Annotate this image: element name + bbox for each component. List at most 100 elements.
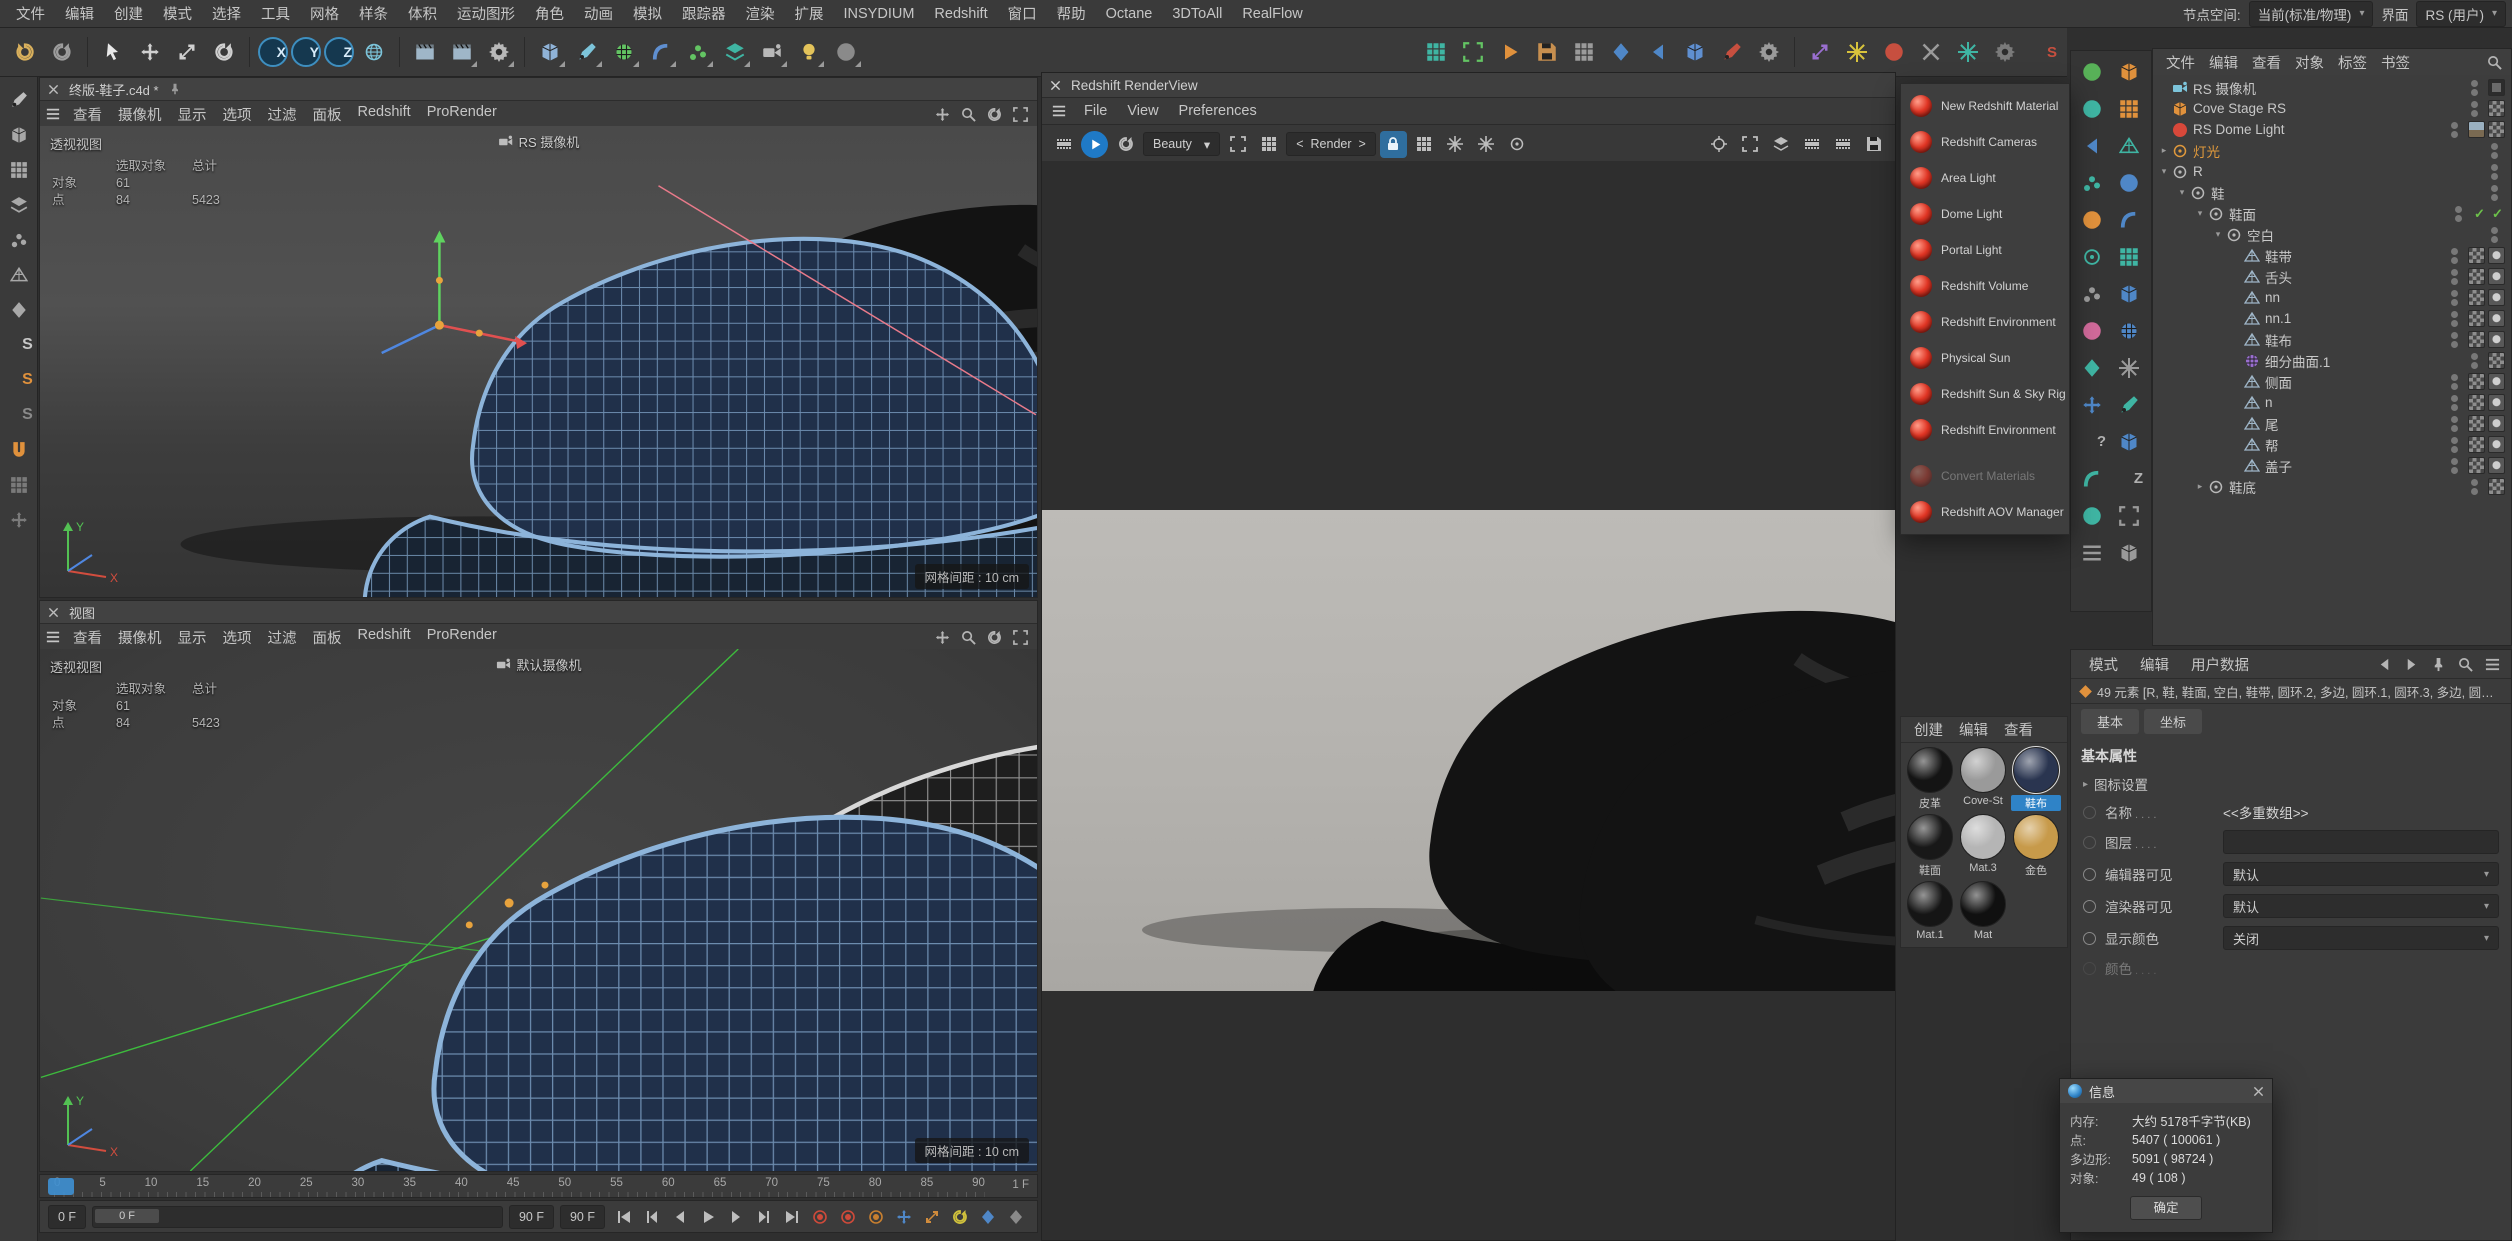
visibility-dots[interactable] [2451,121,2458,138]
content-browser-button[interactable] [1530,35,1564,69]
object-tree-node[interactable]: RS Dome Light [2153,119,2511,140]
edges-mode-button[interactable] [4,260,34,290]
visibility-dots[interactable] [2455,205,2462,222]
redshift-menu-item[interactable]: Area Light [1901,160,2069,196]
sphere-plugin-button[interactable] [1877,35,1911,69]
menu-item[interactable]: 跟踪器 [672,0,736,27]
object-name[interactable]: Cove Stage RS [2193,101,2286,116]
palette-menu-icon[interactable] [2075,536,2108,569]
object-name[interactable]: 空白 [2247,225,2274,245]
x-axis-lock-button[interactable]: X [258,37,288,67]
object-tree-node[interactable]: 舌头 [2153,266,2511,287]
viewport-menu-item[interactable]: 摄像机 [110,625,170,650]
object-name[interactable]: 鞋面 [2229,204,2256,224]
expand-caret-icon[interactable]: ▾ [2175,187,2189,198]
object-tree-node[interactable]: 鞋布 [2153,329,2511,350]
aov-layers-icon[interactable] [1767,131,1794,158]
attribute-subtab[interactable]: 基本 [2081,709,2140,734]
mic-tool-button[interactable] [1604,35,1638,69]
menu-item[interactable]: 工具 [251,0,300,27]
object-tree-node[interactable]: ▾ R [2153,161,2511,182]
object-tree-node[interactable]: 细分曲面.1 [2153,350,2511,371]
visibility-dots[interactable] [2451,415,2458,432]
material-swatch[interactable]: 鞋面 [1905,814,1955,878]
make-editable-button[interactable] [4,85,34,115]
object-name[interactable]: 尾 [2265,414,2279,434]
object-tag-icon[interactable] [2468,373,2485,390]
add-field-button[interactable] [718,35,752,69]
bucket-grid-icon[interactable] [1255,131,1282,158]
object-tag-icon[interactable] [2488,352,2505,369]
keyframe-dot-icon[interactable] [2083,805,2096,819]
attribute-tab[interactable]: 模式 [2079,651,2128,678]
add-camera-button[interactable] [755,35,789,69]
close-icon[interactable] [2253,1086,2264,1097]
object-tag-icon[interactable] [2468,331,2485,348]
object-tag-icon[interactable] [2488,247,2505,264]
object-tag-icon[interactable] [2488,100,2505,117]
snap-toggle-button[interactable] [4,435,34,465]
pen-tool-button[interactable] [570,35,604,69]
object-name[interactable]: 灯光 [2193,141,2220,161]
snapshot-a-icon[interactable] [1442,131,1469,158]
object-name[interactable]: nn.1 [2265,311,2291,326]
palette-cross-icon[interactable] [2075,388,2108,421]
menu-item[interactable]: 文件 [6,0,55,27]
object-tag-icon[interactable] [2488,415,2505,432]
menu-item[interactable]: Octane [1096,3,1163,25]
hamburger-icon[interactable] [46,107,60,121]
export-tool-button[interactable] [1641,35,1675,69]
timeline-ruler[interactable]: 051015202530354045505560657075808590 1 F [39,1174,1038,1198]
attribute-subtab[interactable]: 坐标 [2144,709,2203,734]
palette-bend-icon[interactable] [2112,203,2145,236]
add-primitive-button[interactable] [533,35,567,69]
render-to-picture-viewer-button[interactable] [445,35,479,69]
visibility-dots[interactable] [2451,457,2458,474]
orbit-view-icon[interactable] [983,103,1005,125]
palette-cage-icon[interactable] [2112,314,2145,347]
record-keyframe-button[interactable] [807,1204,833,1230]
workplane-snap-button[interactable] [4,470,34,500]
search-button[interactable] [2454,653,2476,675]
object-tree-node[interactable]: ▾ 鞋 [2153,182,2511,203]
palette-grid-teal-icon[interactable] [2112,240,2145,273]
model-mode-button[interactable] [4,120,34,150]
object-tree-node[interactable]: 侧面 [2153,371,2511,392]
keyframe-selection-button[interactable] [863,1204,889,1230]
flower-plugin-button[interactable] [1840,35,1874,69]
palette-star-icon[interactable] [2112,351,2145,384]
material-swatch[interactable]: 金色 [2011,814,2061,878]
object-tree-node[interactable]: 帮 [2153,434,2511,455]
polygons-mode-button[interactable] [4,295,34,325]
edit-render-settings-button[interactable] [482,35,516,69]
visibility-dots[interactable] [2491,184,2498,201]
material-tab[interactable]: 查看 [1997,717,2040,742]
object-manager-menu-item[interactable]: 标签 [2331,50,2374,75]
save-image-icon[interactable] [1860,131,1887,158]
object-tree-node[interactable]: ▾ 空白 [2153,224,2511,245]
object-tag-icon[interactable] [2488,79,2505,96]
redshift-menu-item[interactable]: Physical Sun [1901,340,2069,376]
palette-ball-orange-icon[interactable] [2075,203,2108,236]
renderview-title-bar[interactable]: Redshift RenderView [1042,73,1895,98]
play-button[interactable] [695,1204,721,1230]
material-swatch[interactable]: Mat [1958,881,2008,941]
palette-bend2-icon[interactable] [2075,462,2108,495]
menu-item[interactable]: 扩展 [785,0,834,27]
object-manager-menu-item[interactable]: 对象 [2288,50,2331,75]
menu-item[interactable]: RealFlow [1232,3,1312,25]
object-name[interactable]: 帮 [2265,435,2279,455]
object-tree-node[interactable]: RS 摄像机 [2153,77,2511,98]
visibility-dots[interactable] [2451,436,2458,453]
object-tag-icon[interactable] [2488,331,2505,348]
palette-ball-pink-icon[interactable] [2075,314,2108,347]
close-icon[interactable] [48,607,59,618]
menu-item[interactable]: 渲染 [736,0,785,27]
z-axis-lock-button[interactable]: Z [324,37,354,67]
viewport-menu-item[interactable]: 选项 [215,102,260,127]
menu-item[interactable]: 体积 [398,0,447,27]
menu-item[interactable]: 选择 [202,0,251,27]
palette-sphere-icon[interactable] [2075,55,2108,88]
gear-plugin-button[interactable] [1988,35,2022,69]
expand-caret-icon[interactable]: ▾ [2211,229,2225,240]
